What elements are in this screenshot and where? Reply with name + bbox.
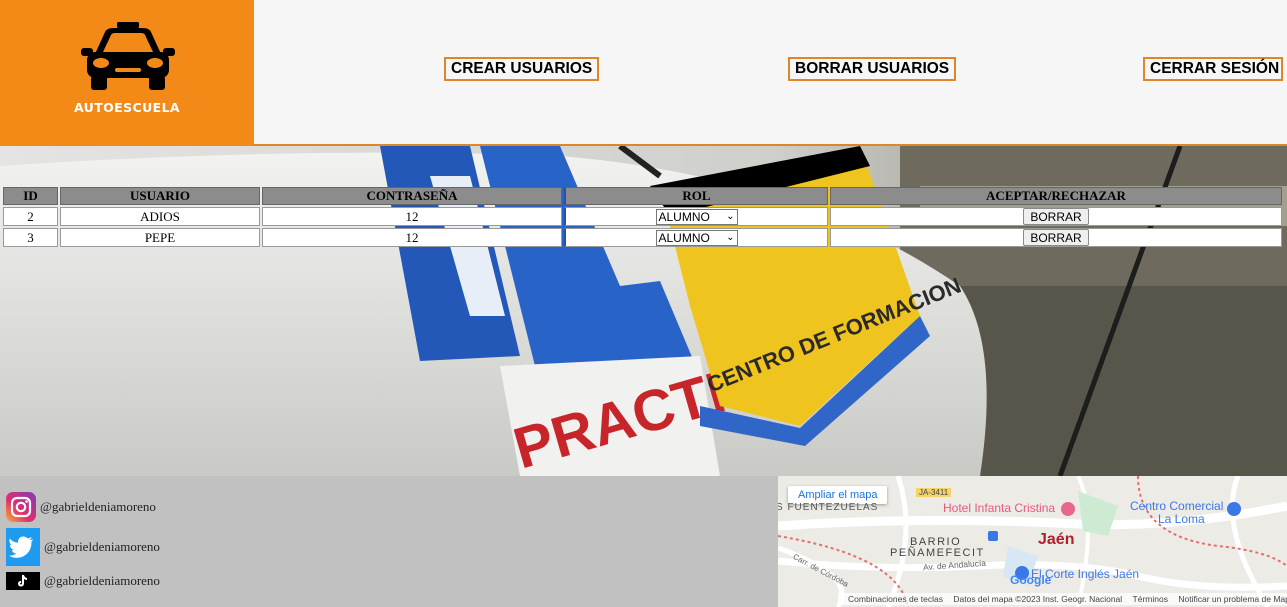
tiktok-icon — [6, 572, 40, 590]
car-icon — [81, 22, 175, 90]
users-table: ID USUARIO CONTRASEÑA ROL ACEPTAR/RECHAZ… — [1, 185, 1284, 249]
header-rol: ROL — [564, 187, 828, 205]
header-contrasena: CONTRASEÑA — [262, 187, 562, 205]
map-label-fuentezuelas: S FUENTEZUELAS — [778, 502, 879, 513]
cell-action: BORRAR — [830, 228, 1282, 247]
map-label-hotel: Hotel Infanta Cristina — [943, 501, 1056, 515]
cell-rol: ALUMNO ⌄ — [564, 228, 828, 247]
instagram-link[interactable]: @gabrieldeniamoreno — [6, 492, 156, 522]
map-label-mall-1: Centro Comercial — [1130, 499, 1224, 513]
logo[interactable]: AUTOESCUELA — [0, 0, 254, 146]
table-row: 2 ADIOS 12 ALUMNO ⌄ BORRAR — [3, 207, 1282, 226]
cell-usuario: PEPE — [60, 228, 260, 247]
instagram-handle: @gabrieldeniamoreno — [40, 499, 156, 514]
map-label-city: Jaén — [1038, 531, 1075, 548]
role-select[interactable]: ALUMNO ⌄ — [655, 229, 738, 246]
header-id: ID — [3, 187, 58, 205]
road-badge: JA-3411 — [916, 488, 952, 497]
map-attribution-bar: Combinaciones de teclas Datos del mapa ©… — [838, 593, 1287, 605]
cell-contrasena: 12 — [262, 207, 562, 226]
role-select-value: ALUMNO — [658, 230, 710, 245]
cell-id: 2 — [3, 207, 58, 226]
google-logo: Google — [1010, 573, 1052, 587]
map-shortcuts-link[interactable]: Combinaciones de teclas — [848, 594, 943, 604]
role-select[interactable]: ALUMNO ⌄ — [655, 208, 738, 225]
twitter-link[interactable]: @gabrieldeniamoreno — [6, 528, 160, 566]
cell-contrasena: 12 — [262, 228, 562, 247]
instagram-icon — [6, 492, 36, 522]
tiktok-handle: @gabrieldeniamoreno — [44, 573, 160, 588]
create-users-link[interactable]: CREAR USUARIOS — [444, 57, 600, 81]
table-row: 3 PEPE 12 ALUMNO ⌄ BORRAR — [3, 228, 1282, 247]
twitter-handle: @gabrieldeniamoreno — [44, 539, 160, 554]
tiktok-link[interactable]: @gabrieldeniamoreno — [6, 572, 160, 590]
cell-usuario: ADIOS — [60, 207, 260, 226]
chevron-down-icon: ⌄ — [726, 232, 735, 243]
delete-button[interactable]: BORRAR — [1023, 229, 1089, 246]
chevron-down-icon: ⌄ — [726, 211, 735, 222]
page-footer: @gabrieldeniamoreno @gabrieldeniamoreno … — [0, 476, 778, 607]
map-label-penamefecit: PEÑAMEFECIT — [890, 547, 985, 559]
twitter-icon — [6, 528, 40, 566]
cell-action: BORRAR — [830, 207, 1282, 226]
cell-rol: ALUMNO ⌄ — [564, 207, 828, 226]
delete-button[interactable]: BORRAR — [1023, 208, 1089, 225]
table-header-row: ID USUARIO CONTRASEÑA ROL ACEPTAR/RECHAZ… — [3, 187, 1282, 205]
role-select-value: ALUMNO — [658, 209, 710, 224]
header-usuario: USUARIO — [60, 187, 260, 205]
embedded-map[interactable]: Ampliar el mapa JA-3411 S FUENTEZUELAS H… — [778, 476, 1287, 607]
page-header: AUTOESCUELA CREAR USUARIOS BORRAR USUARI… — [0, 0, 1287, 146]
delete-users-link[interactable]: BORRAR USUARIOS — [788, 57, 957, 81]
logo-text: AUTOESCUELA — [73, 100, 181, 115]
map-data-attribution: Datos del mapa ©2023 Inst. Geogr. Nacion… — [953, 594, 1123, 604]
cell-id: 3 — [3, 228, 58, 247]
header-action: ACEPTAR/RECHAZAR — [830, 187, 1282, 205]
map-label-mall-2: La Loma — [1158, 512, 1205, 526]
map-report-link[interactable]: Notificar un problema de Maps — [1178, 594, 1287, 604]
logout-link[interactable]: CERRAR SESIÓN — [1143, 57, 1283, 81]
map-terms-link[interactable]: Términos — [1133, 594, 1168, 604]
